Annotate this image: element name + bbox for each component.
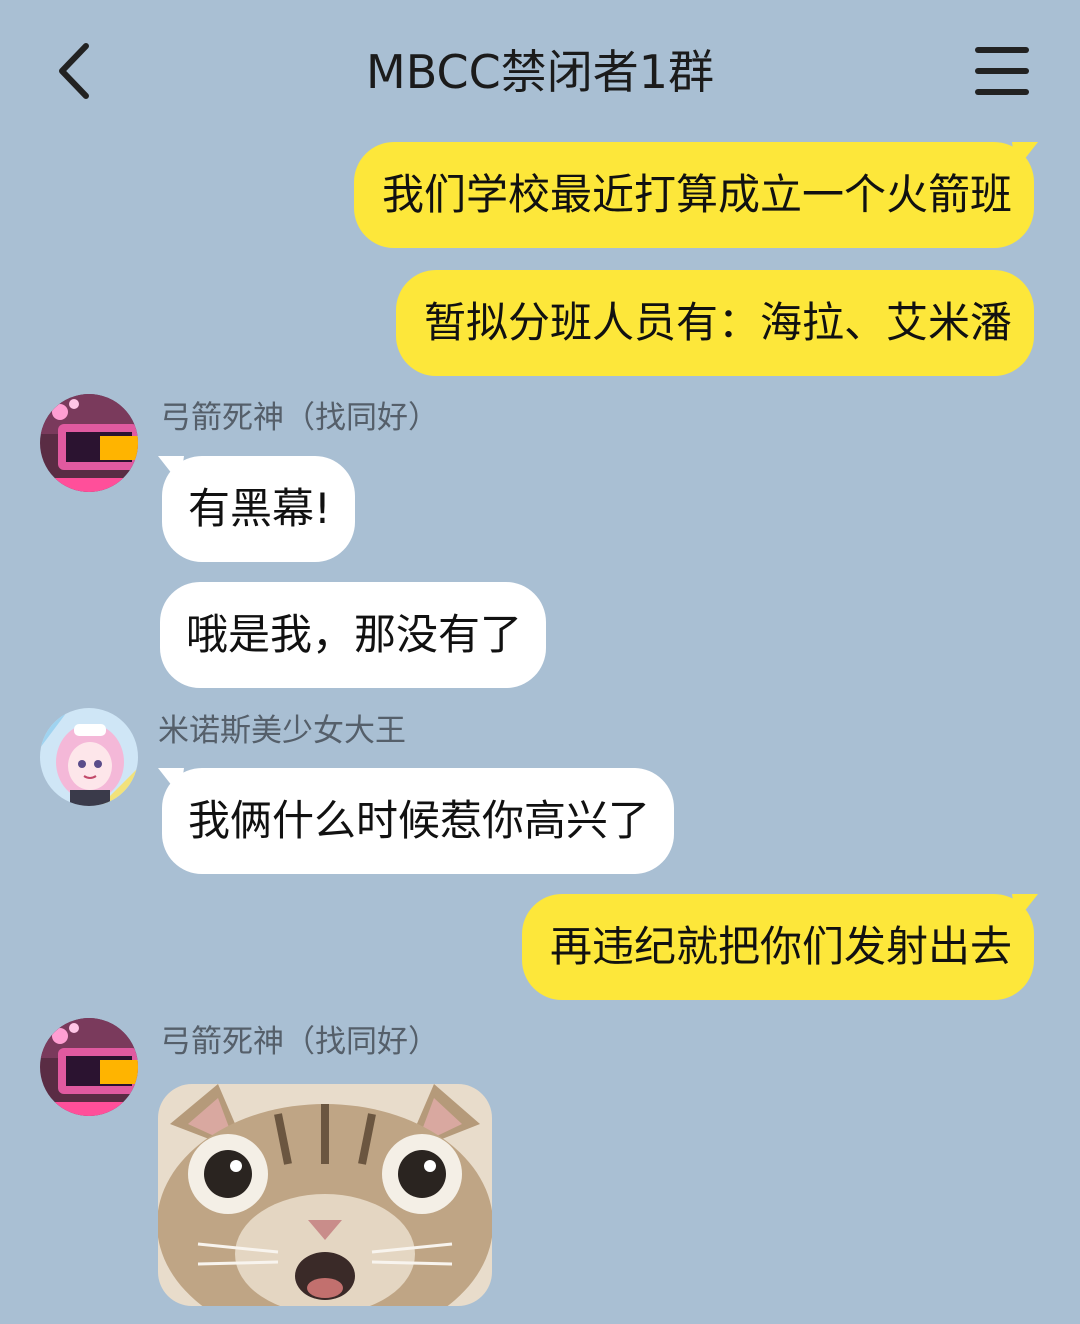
other-message-bubble[interactable]: 哦是我，那没有了 [160, 582, 547, 688]
message-text: 暂拟分班人员有：海拉、艾米潘 [423, 298, 1012, 347]
sender-name: 米诺斯美少女大王 [158, 713, 406, 749]
user-avatar[interactable] [40, 394, 138, 492]
chevron-left-icon [59, 43, 89, 99]
other-message-bubble[interactable]: 有黑幕! [162, 456, 355, 562]
bubble-tail [1012, 142, 1038, 170]
my-message-bubble[interactable]: 我们学校最近打算成立一个火箭班 [353, 142, 1034, 248]
my-message-bubble[interactable]: 暂拟分班人员有：海拉、艾米潘 [395, 270, 1034, 376]
menu-button[interactable] [970, 44, 1032, 98]
message-text: 我俩什么时候惹你高兴了 [188, 796, 651, 845]
my-message-bubble[interactable]: 再违纪就把你们发射出去 [521, 894, 1034, 1000]
sender-name: 弓箭死神（找同好） [160, 1024, 439, 1060]
message-text: 再违纪就把你们发射出去 [549, 922, 1012, 971]
sender-name: 弓箭死神（找同好） [160, 400, 439, 436]
back-button[interactable] [46, 38, 106, 104]
chat-header: MBCC禁闭者1群 [0, 0, 1080, 140]
other-message-bubble[interactable]: 我俩什么时候惹你高兴了 [162, 768, 675, 874]
cat-sticker-image[interactable] [158, 1084, 492, 1306]
hamburger-menu-icon [975, 47, 1029, 95]
user-avatar[interactable] [40, 1018, 138, 1116]
bubble-tail [1012, 894, 1038, 922]
message-text: 哦是我，那没有了 [186, 610, 523, 659]
user-avatar[interactable] [40, 708, 138, 806]
message-text: 有黑幕! [188, 484, 331, 533]
message-text: 我们学校最近打算成立一个火箭班 [381, 170, 1012, 219]
chat-title: MBCC禁闭者1群 [366, 45, 714, 99]
